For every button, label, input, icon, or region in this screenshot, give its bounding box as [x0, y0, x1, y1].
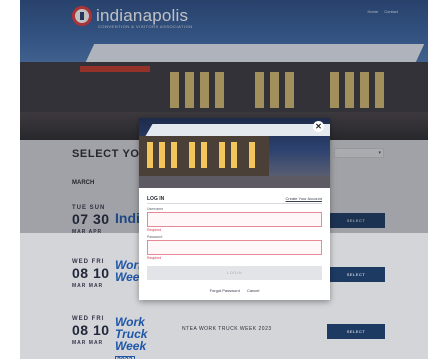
select-event-button[interactable]: SELECT [327, 267, 385, 282]
event-logo: Work Truck Week 2023 [115, 315, 169, 359]
select-event-button[interactable]: SELECT [327, 324, 385, 339]
close-icon[interactable]: ✕ [313, 121, 324, 132]
modal-footer-links: Forgot Password Cancel [139, 288, 330, 293]
divider [147, 203, 322, 204]
password-error: Required [147, 256, 162, 260]
photo-window [249, 142, 255, 168]
event-row: WED FRI 08 10 MAR MAR Work Truck Week 20… [72, 315, 392, 359]
event-logo-line2: Week 2023 [115, 340, 169, 359]
photo-window [171, 142, 177, 168]
login-title: LOG IN [147, 196, 165, 202]
photo-roof [145, 124, 330, 136]
forgot-password-link[interactable]: Forgot Password [210, 288, 240, 293]
photo-window [219, 142, 225, 168]
event-months: MAR MAR [72, 283, 104, 289]
photo-window [147, 142, 153, 168]
event-dates: 08 10 [72, 265, 110, 281]
photo-ground [139, 176, 330, 188]
photo-window [231, 142, 237, 168]
event-months: MAR MAR [72, 340, 104, 346]
login-modal: ✕ LOG IN Create Your Account Username Re… [139, 118, 330, 300]
password-field[interactable] [147, 240, 322, 255]
event-logo-line1: Work Truck [115, 315, 148, 341]
photo-window [189, 142, 195, 168]
event-logo-word: Week [115, 339, 147, 353]
modal-header-image: ✕ [139, 118, 330, 188]
login-button[interactable]: LOGIN [147, 266, 322, 280]
browser-viewport: indianapolis CONVENTION & VISITORS ASSOC… [20, 0, 428, 359]
event-dates: 08 10 [72, 322, 110, 338]
username-error: Required [147, 228, 162, 232]
event-name: NTEA WORK TRUCK WEEK 2023 [182, 326, 272, 332]
username-label: Username [147, 207, 164, 211]
create-account-link[interactable]: Create Your Account [286, 196, 322, 201]
cancel-link[interactable]: Cancel [247, 288, 259, 293]
photo-window [159, 142, 165, 168]
password-label: Password [147, 235, 163, 239]
photo-window [201, 142, 207, 168]
username-field[interactable] [147, 212, 322, 227]
